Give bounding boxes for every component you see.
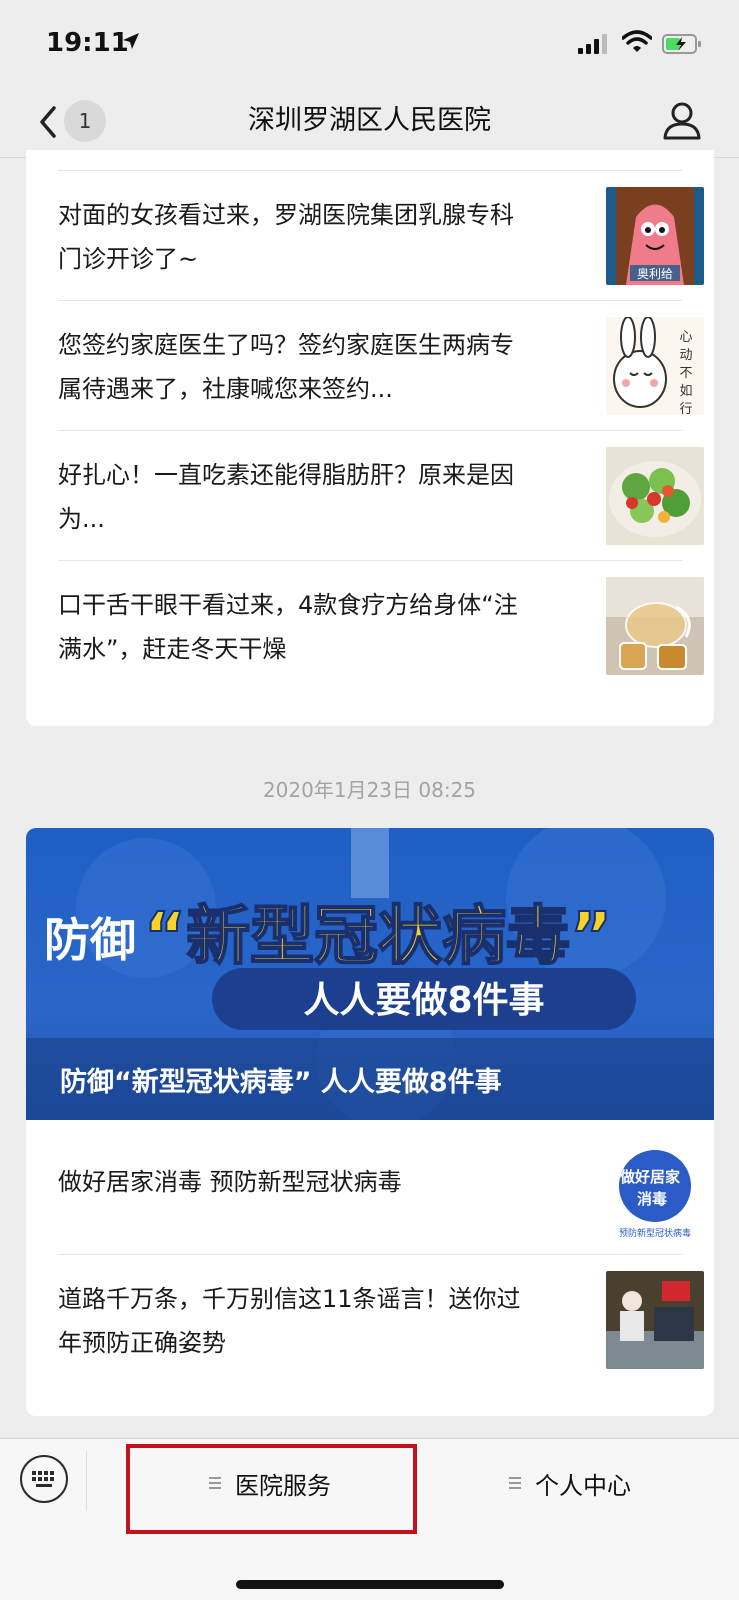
banner-subheadline: 人人要做8件事 <box>303 980 544 1021</box>
battery-charging-icon <box>662 34 701 54</box>
svg-text:不: 不 <box>679 366 692 381</box>
unread-count-badge[interactable]: 1 <box>64 100 106 142</box>
thumbnail-title-line-2: 消毒 <box>637 1190 667 1208</box>
back-chevron-icon[interactable] <box>34 102 64 142</box>
home-indicator <box>236 1580 504 1589</box>
article-title: 做好居家消毒 预防新型冠状病毒 <box>58 1168 402 1196</box>
cellular-signal-icon <box>578 34 607 54</box>
navigation-bar: 1 深圳罗湖区人民医院 <box>0 88 739 158</box>
profile-icon[interactable] <box>660 98 704 142</box>
thumbnail-caption: 预防新型冠状病毒 <box>619 1227 691 1239</box>
article-title: 口干舌干眼干看过来，4款食疗方给身体“注满水”，赶走冬天干燥 <box>58 591 518 663</box>
timestamp-divider: 2020年1月23日 08:25 <box>262 778 477 802</box>
svg-text:心: 心 <box>679 330 692 345</box>
thumbnail-title-line-1: 做好居家 <box>619 1168 680 1186</box>
menu-list-icon <box>509 1477 521 1489</box>
article-title: 您签约家庭医生了吗？签约家庭医生两病专属待遇来了，社康喊您来签约... <box>58 331 514 403</box>
article-item[interactable]: 好扎心！一直吃素还能得脂肪肝？原来是因为... <box>58 430 704 560</box>
article-thumbnail <box>606 1271 704 1369</box>
menu-divider <box>86 1451 87 1511</box>
wifi-icon <box>622 30 652 52</box>
article-group-card: 对面的女孩看过来，罗湖医院集团乳腺专科门诊开诊了~ 奥利给 您签约家庭医生了吗？… <box>26 150 714 726</box>
article-thumbnail <box>606 447 704 545</box>
svg-text:行: 行 <box>679 402 692 415</box>
menu-label: 个人中心 <box>535 1471 631 1500</box>
featured-article-card: 防御 “新型冠状病毒” 人人要做8件事 防御“新型冠状病毒” 人人要做8件事 做… <box>26 828 714 1416</box>
status-bar: 19:11 <box>0 0 739 88</box>
banner-headline-main: “新型冠状病毒” <box>144 900 612 974</box>
svg-text:如: 如 <box>679 383 692 399</box>
thumbnail-caption: 奥利给 <box>637 267 673 281</box>
svg-text:动: 动 <box>679 348 692 363</box>
article-item[interactable]: 对面的女孩看过来，罗湖医院集团乳腺专科门诊开诊了~ 奥利给 <box>58 170 704 300</box>
article-title: 对面的女孩看过来，罗湖医院集团乳腺专科门诊开诊了~ <box>58 201 514 273</box>
location-arrow-icon <box>123 33 139 49</box>
article-item[interactable]: 口干舌干眼干看过来，4款食疗方给身体“注满水”，赶走冬天干燥 <box>58 560 704 690</box>
menu-personal-center[interactable]: 个人中心 <box>440 1439 700 1527</box>
featured-banner[interactable]: 防御 “新型冠状病毒” 人人要做8件事 防御“新型冠状病毒” 人人要做8件事 <box>26 828 714 1120</box>
article-thumbnail <box>606 577 704 675</box>
article-title: 好扎心！一直吃素还能得脂肪肝？原来是因为... <box>58 461 514 533</box>
article-thumbnail: 奥利给 <box>606 187 704 285</box>
highlight-annotation-box <box>126 1444 417 1534</box>
article-thumbnail: 心 动 不 如 行 <box>606 317 704 415</box>
article-item[interactable]: 您签约家庭医生了吗？签约家庭医生两病专属待遇来了，社康喊您来签约... 心 动 … <box>58 300 704 430</box>
keyboard-toggle-button[interactable] <box>20 1455 68 1503</box>
keyboard-icon <box>32 1471 54 1487</box>
article-item[interactable]: 道路千万条，千万别信这11条谣言！送你过年预防正确姿势 <box>58 1254 704 1384</box>
article-item[interactable]: 做好居家消毒 预防新型冠状病毒 做好居家 消毒 预防新型冠状病毒 <box>58 1128 704 1258</box>
featured-caption: 防御“新型冠状病毒” 人人要做8件事 <box>60 1067 502 1098</box>
status-time: 19:11 <box>46 28 129 58</box>
article-title: 道路千万条，千万别信这11条谣言！送你过年预防正确姿势 <box>58 1285 521 1357</box>
page-title: 深圳罗湖区人民医院 <box>248 105 491 136</box>
article-thumbnail: 做好居家 消毒 预防新型冠状病毒 <box>606 1144 704 1242</box>
banner-headline-prefix: 防御 <box>44 913 136 967</box>
